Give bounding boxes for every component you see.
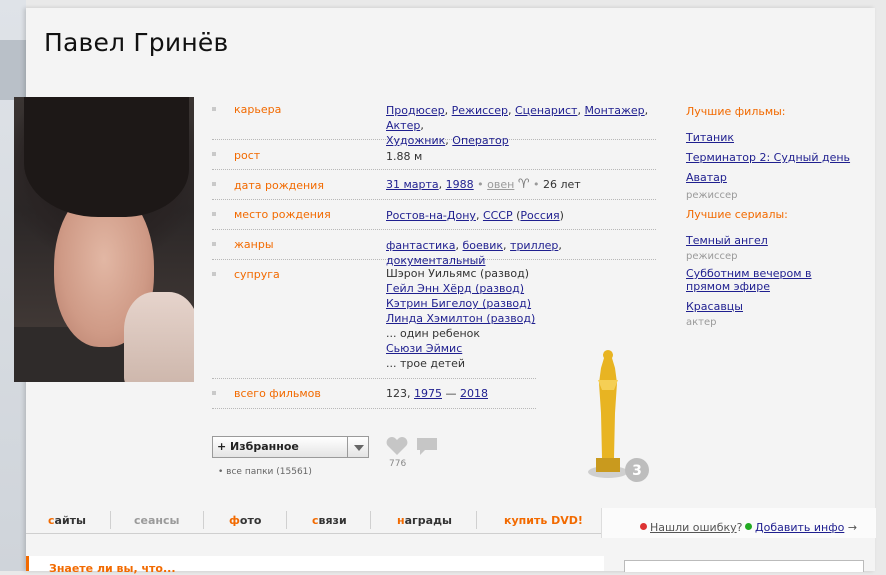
did-you-know-heading: Знаете ли вы, что... — [49, 562, 176, 575]
best-films-heading: Лучшие фильмы: — [686, 105, 786, 118]
genre-link[interactable]: триллер — [510, 239, 558, 252]
info-label: всего фильмов — [234, 387, 321, 400]
report-error[interactable]: Нашли ошибку? — [640, 521, 742, 534]
career-link[interactable]: Сценарист — [515, 104, 577, 117]
favorites-select[interactable]: + Избранное — [212, 436, 369, 458]
report-error-link[interactable]: Нашли ошибку — [650, 521, 737, 534]
tab-photo[interactable]: фото — [229, 514, 261, 527]
best-film-link[interactable]: Титаник — [686, 131, 734, 144]
oscar-statuette-icon[interactable]: 3 — [584, 350, 654, 485]
tabs-divider — [26, 533, 601, 534]
career-link[interactable]: Монтажер — [584, 104, 644, 117]
genre-link[interactable]: фантастика — [386, 239, 455, 252]
info-row-birth: дата рождения 31 марта, 1988 • овен ♈ • … — [212, 170, 656, 200]
city-link[interactable]: Ростов-на-Дону — [386, 209, 476, 222]
birth-value: 31 марта, 1988 • овен ♈ • 26 лет — [386, 177, 581, 192]
tab-sessions[interactable]: сеансы — [134, 514, 179, 527]
career-link[interactable]: Режиссер — [452, 104, 508, 117]
best-film-link[interactable]: Аватар — [686, 171, 727, 184]
info-label: карьера — [234, 103, 282, 116]
comment-icon[interactable] — [416, 436, 438, 458]
genre-link[interactable]: боевик — [462, 239, 503, 252]
career-link[interactable]: Актер — [386, 119, 420, 132]
best-series-link[interactable]: Темный ангел — [686, 234, 768, 247]
spouse-link[interactable]: Сьюзи Эймис — [386, 342, 462, 355]
place-value: Ростов-на-Дону, СССР (Россия) — [386, 209, 564, 222]
tab-buy-dvd[interactable]: купить DVD! — [504, 514, 583, 527]
info-row-spouse: супруга Шэрон Уильямс (развод) Гейл Энн … — [212, 260, 536, 379]
info-row-height: рост 1.88 м — [212, 140, 656, 170]
height-value: 1.88 м — [386, 150, 423, 163]
best-series-link[interactable]: Красавцы — [686, 300, 743, 313]
info-row-genres: жанры фантастика, боевик, триллер, докум… — [212, 230, 656, 267]
oscar-count: 3 — [632, 463, 642, 479]
career-link[interactable]: Продюсер — [386, 104, 445, 117]
birth-day-link[interactable]: 31 марта — [386, 178, 439, 191]
total-value: 123, 1975 — 2018 — [386, 387, 488, 400]
role-note: актер — [686, 317, 717, 328]
country-now-link[interactable]: Россия — [520, 209, 559, 222]
info-label: место рождения — [234, 208, 331, 221]
year-from-link[interactable]: 1975 — [414, 387, 442, 400]
person-photo[interactable] — [14, 97, 194, 382]
plus-icon — [745, 523, 752, 530]
aries-icon: ♈ — [517, 177, 530, 192]
likes-count: 776 — [389, 459, 407, 469]
spouse-link[interactable]: Гейл Энн Хёрд (развод) — [386, 282, 524, 295]
birth-year-link[interactable]: 1988 — [446, 178, 474, 191]
best-series-link[interactable]: Субботним вечером в прямом эфире — [686, 267, 846, 293]
year-to-link[interactable]: 2018 — [460, 387, 488, 400]
info-label: рост — [234, 149, 261, 162]
children-note: ... трое детей — [386, 357, 466, 370]
zodiac-link[interactable]: овен — [487, 178, 514, 191]
role-note: режиссер — [686, 251, 738, 262]
heart-icon[interactable] — [386, 436, 408, 456]
age: 26 лет — [543, 178, 581, 191]
did-you-know-box: Знаете ли вы, что... — [26, 556, 604, 575]
add-info[interactable]: Добавить инфо → — [745, 521, 857, 534]
info-label: супруга — [234, 268, 280, 281]
spouse-link[interactable]: Кэтрин Бигелоу (развод) — [386, 297, 531, 310]
info-row-career: карьера Продюсер, Режиссер, Сценарист, М… — [212, 97, 656, 147]
spouse-link[interactable]: Линда Хэмилтон (развод) — [386, 312, 535, 325]
page-title: Павел Гринёв — [44, 28, 229, 57]
best-film-link[interactable]: Терминатор 2: Судный день — [686, 151, 850, 164]
arrow-right-icon: → — [847, 521, 858, 534]
info-label: дата рождения — [234, 179, 324, 192]
chevron-down-icon[interactable] — [347, 437, 368, 457]
tab-sites[interactable]: сайты — [48, 514, 86, 527]
add-info-link[interactable]: Добавить инфо — [755, 521, 844, 534]
spouse-value: Шэрон Уильямс (развод) Гейл Энн Хёрд (ра… — [386, 266, 535, 371]
side-box — [624, 560, 864, 572]
spouse-item: Шэрон Уильямс (развод) — [386, 267, 529, 280]
all-folders-link[interactable]: • все папки (15561) — [218, 467, 312, 477]
best-series-heading: Лучшие сериалы: — [686, 208, 788, 221]
info-label: жанры — [234, 238, 274, 251]
country-link[interactable]: СССР — [483, 209, 513, 222]
info-row-total: всего фильмов 123, 1975 — 2018 — [212, 379, 536, 409]
children-note: ... один ребенок — [386, 327, 481, 340]
section-tabs: сайты сеансы фото связи награды купить D… — [26, 509, 601, 533]
role-note: режиссер — [686, 190, 738, 201]
info-row-place: место рождения Ростов-на-Дону, СССР (Рос… — [212, 200, 656, 230]
tab-connections[interactable]: связи — [312, 514, 347, 527]
tab-awards[interactable]: награды — [397, 514, 452, 527]
minus-icon — [640, 523, 647, 530]
